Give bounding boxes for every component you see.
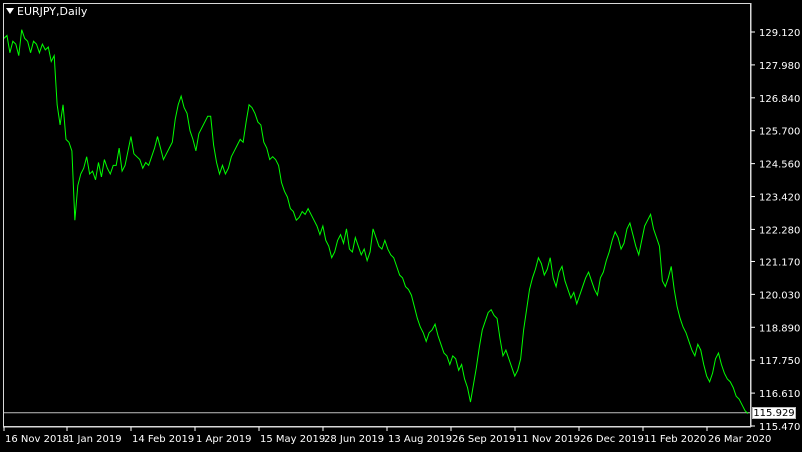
y-tick-label: 125.700 bbox=[759, 127, 800, 138]
symbol-title[interactable]: EURJPY,Daily bbox=[6, 6, 87, 18]
y-tick-label: 124.560 bbox=[759, 160, 800, 171]
x-tick-label: 16 Nov 2018 bbox=[5, 434, 69, 445]
x-tick-label: 26 Sep 2019 bbox=[452, 434, 515, 445]
x-tick-label: 1 Apr 2019 bbox=[196, 434, 251, 445]
y-tick-label: 123.420 bbox=[759, 193, 800, 204]
symbol-title-text: EURJPY,Daily bbox=[17, 5, 88, 18]
price-series-line bbox=[3, 29, 749, 414]
y-tick-label: 117.750 bbox=[759, 356, 800, 367]
y-tick-label: 118.890 bbox=[759, 323, 800, 334]
current-price-label: 115.929 bbox=[752, 407, 796, 419]
x-tick-label: 11 Nov 2019 bbox=[516, 434, 580, 445]
y-tick-label: 126.840 bbox=[759, 94, 800, 105]
y-tick-label: 127.980 bbox=[759, 61, 800, 72]
y-tick-label: 120.030 bbox=[759, 290, 800, 301]
y-tick-label: 122.280 bbox=[759, 225, 800, 236]
x-tick-label: 13 Aug 2019 bbox=[388, 434, 452, 445]
y-tick-label: 116.610 bbox=[759, 389, 800, 400]
x-tick-label: 11 Feb 2020 bbox=[644, 434, 706, 445]
x-tick-label: 14 Feb 2019 bbox=[132, 434, 194, 445]
x-tick-label: 28 Jun 2019 bbox=[324, 434, 384, 445]
x-tick-label: 26 Dec 2019 bbox=[580, 434, 644, 445]
x-tick-label: 15 May 2019 bbox=[260, 434, 325, 445]
x-tick-label: 1 Jan 2019 bbox=[68, 434, 122, 445]
price-chart[interactable]: 129.120 127.980 126.840 125.700 124.560 123.4… bbox=[0, 0, 802, 452]
y-tick-label: 121.170 bbox=[759, 257, 800, 268]
y-tick-label: 129.120 bbox=[759, 28, 800, 39]
y-tick-label: 115.470 bbox=[759, 422, 800, 433]
chart-window[interactable]: 129.120 127.980 126.840 125.700 124.560 123.4… bbox=[0, 0, 802, 452]
dropdown-triangle-icon[interactable] bbox=[6, 8, 14, 14]
x-tick-label: 26 Mar 2020 bbox=[708, 434, 771, 445]
